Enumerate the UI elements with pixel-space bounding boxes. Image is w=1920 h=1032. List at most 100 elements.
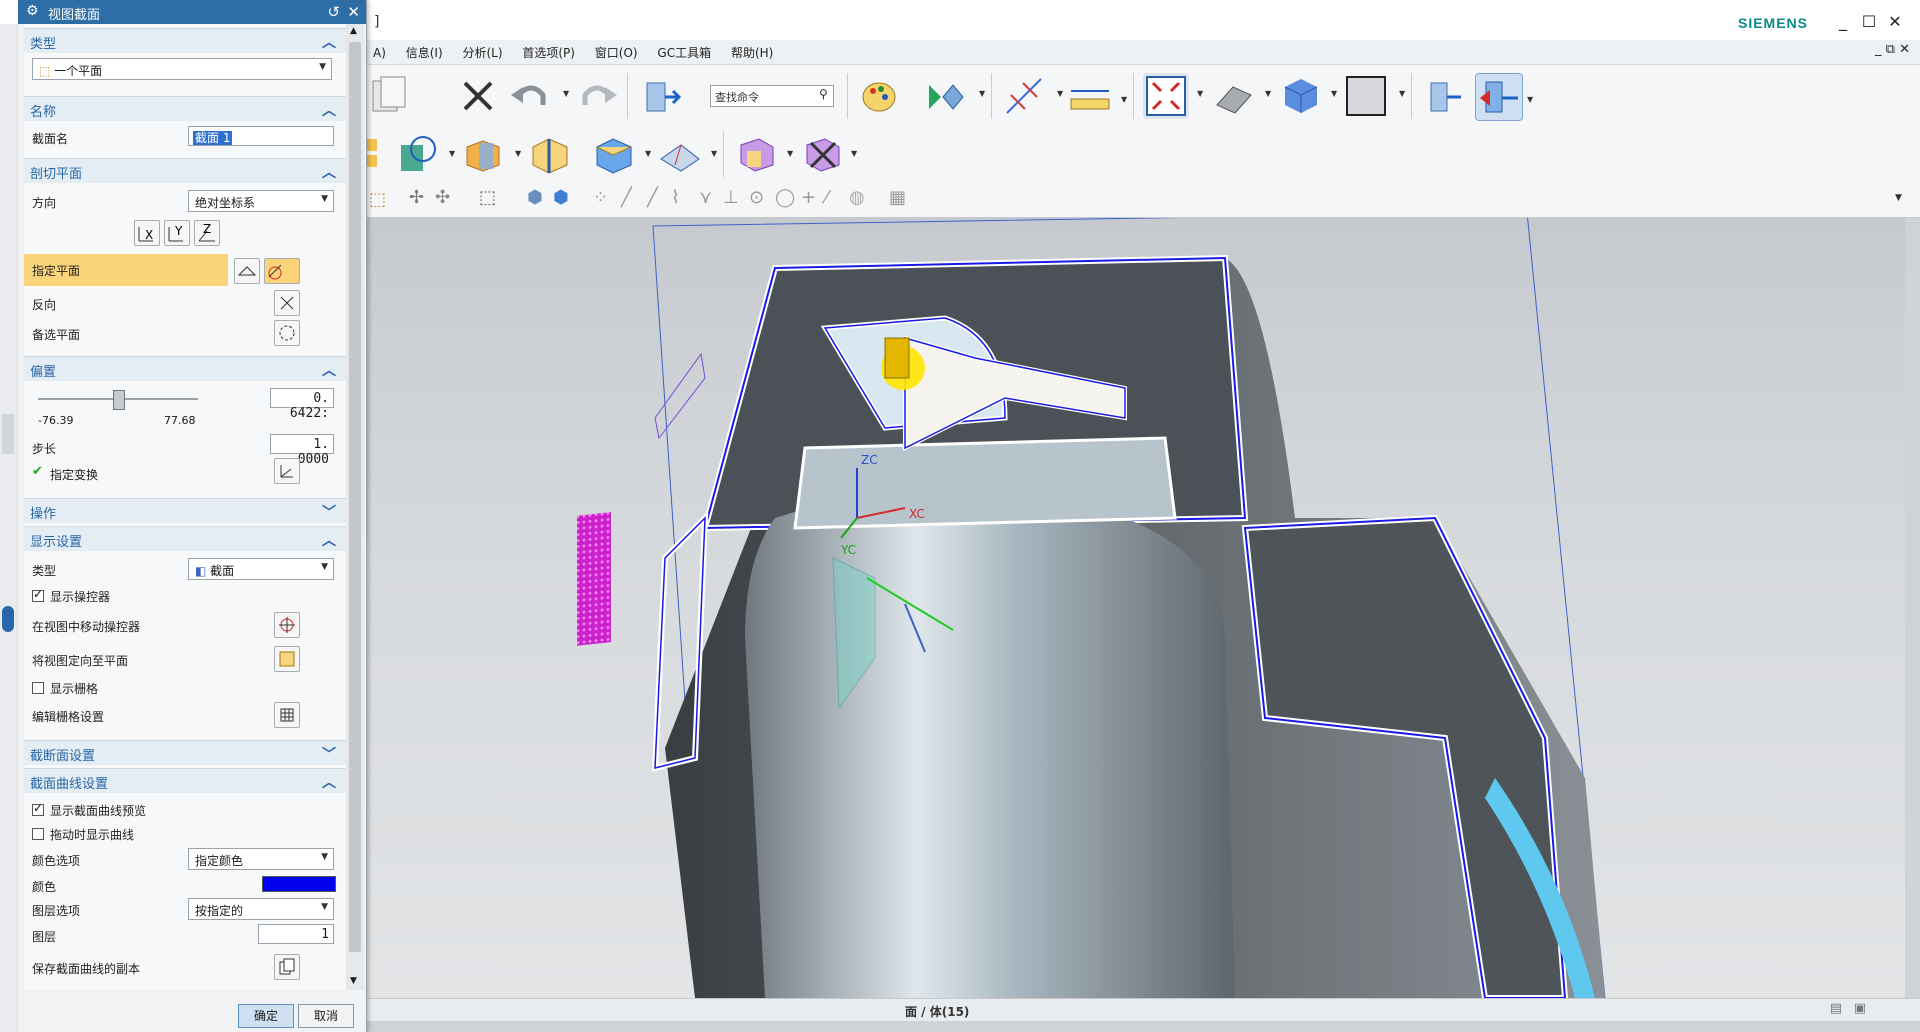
move-manipulator-button[interactable] [274, 612, 300, 638]
show-manipulator-checkbox[interactable] [32, 587, 44, 602]
section-display-header[interactable]: 显示设置 ︿ [24, 526, 346, 551]
intersect-filter-icon[interactable]: ⊥ [723, 187, 739, 208]
resource-tab[interactable] [2, 414, 14, 454]
type-select[interactable]: ⬚ 一个平面 ▼ [32, 58, 332, 80]
color-swatch[interactable] [262, 876, 336, 892]
display-type-select[interactable]: ◧ 截面 ▼ [188, 558, 334, 580]
view-section-icon[interactable] [1475, 73, 1523, 121]
background-icon[interactable] [1343, 73, 1389, 119]
dialog-scrollbar[interactable]: ▲ ▼ [346, 24, 364, 990]
render-dropdown-icon[interactable]: ▼ [1265, 89, 1271, 98]
shaded-dropdown-icon[interactable]: ▼ [1331, 89, 1337, 98]
fit-view-icon[interactable] [1143, 73, 1189, 119]
solid-filter-icon[interactable]: ⬢ [553, 187, 569, 208]
section-type-header[interactable]: 类型 ︿ [24, 28, 346, 53]
sketch-icon[interactable] [397, 131, 443, 177]
boolean-icon[interactable] [527, 131, 573, 177]
draft-icon[interactable] [657, 131, 703, 177]
section-cut-face-header[interactable]: 截断面设置 ﹀ [24, 740, 346, 765]
box-select-icon[interactable]: ⬚ [479, 187, 496, 208]
center-filter-icon[interactable]: ⊙ [749, 187, 764, 208]
csys-transform-button[interactable] [274, 458, 300, 484]
undo-dropdown-icon[interactable]: ▼ [563, 89, 569, 98]
select-filter-icon[interactable]: ⬚ [369, 189, 386, 210]
measure-distance-icon[interactable] [1001, 73, 1047, 119]
alternate-plane-button[interactable] [274, 320, 300, 346]
section-cutting-plane-header[interactable]: 剖切平面 ︿ [24, 158, 346, 183]
inferred-plane-button[interactable] [264, 258, 300, 284]
toolbar-overflow-icon[interactable]: ▼ [1895, 193, 1902, 203]
reverse-direction-button[interactable] [274, 290, 300, 316]
shell-dropdown-icon[interactable]: ▼ [645, 149, 651, 158]
line-filter-icon[interactable]: ╱ [621, 187, 632, 208]
model-section-view[interactable]: ZC XC YC [365, 218, 1905, 998]
sketch-dropdown-icon[interactable]: ▼ [449, 149, 455, 158]
color-option-select[interactable]: 指定颜色 ▼ [188, 848, 334, 870]
menu-item-info[interactable]: 信息(I) [398, 40, 451, 65]
menu-item-window[interactable]: 窗口(O) [587, 40, 646, 65]
command-finder-icon[interactable] [637, 73, 683, 119]
shell-icon[interactable] [591, 131, 637, 177]
copy-icon[interactable] [365, 73, 411, 119]
edge-filter-icon[interactable]: ╱ [647, 187, 658, 208]
direction-select[interactable]: 绝对坐标系 ▼ [188, 190, 334, 212]
delete-body-dropdown-icon[interactable]: ▼ [851, 149, 857, 158]
delete-body-icon[interactable] [799, 131, 845, 177]
section-operation-header[interactable]: 操作 ﹀ [24, 498, 346, 523]
graphics-viewport[interactable]: ZC XC YC [365, 218, 1905, 998]
resource-tab-active[interactable] [2, 606, 14, 632]
section-offset-header[interactable]: 偏置 ︿ [24, 356, 346, 381]
x-plane-button[interactable]: X [134, 220, 160, 246]
close-icon[interactable]: ✕ [347, 3, 360, 21]
layer-option-select[interactable]: 按指定的 ▼ [188, 898, 334, 920]
command-search-input[interactable]: 查找命令 ⚲ [710, 85, 834, 107]
section-name-header[interactable]: 名称 ︿ [24, 96, 346, 121]
status-icon-a[interactable]: ▤ [1830, 1001, 1842, 1016]
undo-icon[interactable] [507, 73, 553, 119]
cross-filter-icon[interactable]: + [801, 187, 816, 208]
mold-part-icon[interactable] [733, 131, 779, 177]
clip-section-icon[interactable] [1421, 73, 1467, 119]
z-plane-button[interactable]: Z [194, 220, 220, 246]
mold-dropdown-icon[interactable]: ▼ [787, 149, 793, 158]
redo-icon[interactable] [575, 73, 621, 119]
scroll-down-icon[interactable]: ▼ [350, 976, 357, 986]
vertex-filter-icon[interactable]: ⋎ [699, 187, 712, 208]
menu-item-preferences[interactable]: 首选项(P) [514, 40, 583, 65]
background-dropdown-icon[interactable]: ▼ [1399, 89, 1405, 98]
circle-filter-icon[interactable]: ◯ [775, 187, 795, 208]
section-name-input[interactable]: 截面 1 [188, 126, 334, 146]
body-filter-icon[interactable]: ⬢ [527, 187, 543, 208]
ok-button[interactable]: 确定 [238, 1004, 294, 1028]
minimize-button[interactable]: _ [1832, 12, 1854, 32]
menu-item-analysis[interactable]: 分析(L) [454, 40, 510, 65]
specify-plane-row[interactable]: 指定平面 [24, 254, 228, 286]
status-icon-b[interactable]: ▣ [1854, 1001, 1866, 1016]
view-section-dropdown-icon[interactable]: ▼ [1527, 95, 1533, 104]
scroll-up-icon[interactable]: ▲ [350, 26, 357, 36]
cancel-button[interactable]: 取消 [298, 1004, 354, 1028]
render-style-icon[interactable] [1211, 73, 1257, 119]
offset-value-input[interactable]: 0. 6422: [270, 388, 334, 421]
face-filter-icon[interactable]: ◍ [849, 187, 865, 208]
plane-dialog-button[interactable] [234, 258, 260, 284]
grid-icon[interactable]: ▦ [889, 187, 906, 208]
document-window-controls[interactable]: _ ⧉ ✕ [1875, 42, 1910, 57]
offset-slider-thumb[interactable] [113, 390, 125, 410]
edit-grid-button[interactable] [274, 702, 300, 728]
dialog-title-bar[interactable]: ⚙ 视图截面 ↺ ✕ [18, 0, 366, 24]
snap-point-icon[interactable]: ✣ [435, 187, 450, 208]
ruler-dropdown-icon[interactable]: ▼ [1121, 95, 1127, 104]
snap-icon[interactable]: ✢ [409, 187, 424, 208]
menu-item-a[interactable]: A) [365, 42, 394, 64]
scrollbar-thumb[interactable] [349, 42, 361, 952]
save-curve-copy-button[interactable] [274, 954, 300, 980]
fit-dropdown-icon[interactable]: ▼ [1197, 89, 1203, 98]
menu-item-help[interactable]: 帮助(H) [723, 40, 781, 65]
extrude-dropdown-icon[interactable]: ▼ [515, 149, 521, 158]
show-curve-preview-checkbox[interactable] [32, 801, 44, 816]
point-filter-icon[interactable]: ⁘ [593, 187, 608, 208]
menu-item-gc-toolbox[interactable]: GC工具箱 [649, 40, 719, 65]
extrude-icon[interactable] [461, 131, 507, 177]
show-hide-dropdown-icon[interactable]: ▼ [979, 89, 985, 98]
